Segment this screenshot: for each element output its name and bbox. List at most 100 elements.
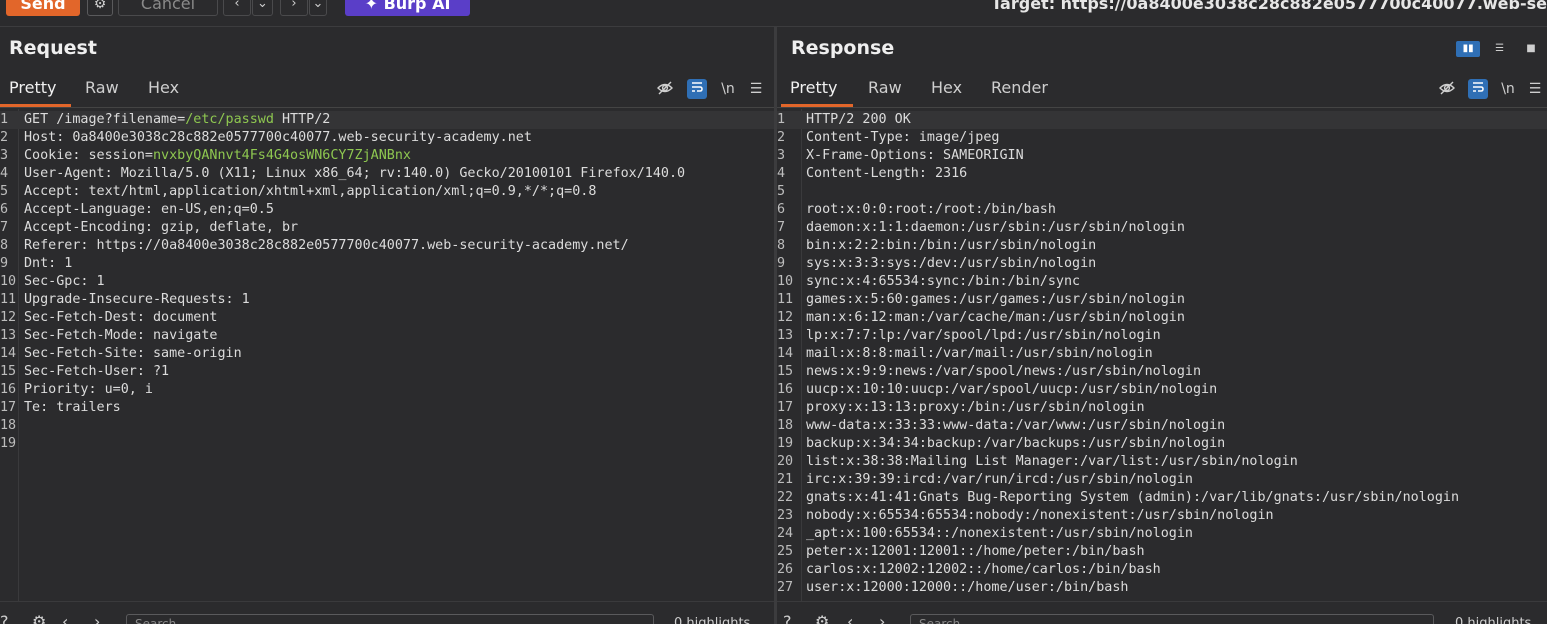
search-input[interactable]: Search: [910, 614, 1434, 624]
line-number: 3: [0, 148, 9, 163]
line-text: www-data:x:33:33:www-data:/var/www:/usr/…: [806, 418, 1226, 433]
layout-horizontal-icon[interactable]: ☰: [1488, 41, 1512, 57]
tab-pretty[interactable]: Pretty: [781, 71, 853, 107]
line-number: 2: [777, 130, 786, 145]
line-text: Cookie: session=nvxbyQANnvt4Fs4G4osWN6CY…: [24, 148, 411, 163]
line-number: 10: [0, 274, 17, 289]
code-line: 17 Te: trailers: [0, 399, 774, 417]
line-number: 9: [777, 256, 786, 271]
line-text: Content-Length: 2316: [806, 166, 968, 181]
chevron-right-icon[interactable]: ›: [879, 612, 885, 624]
burp-ai-button[interactable]: ✦ Burp AI: [345, 0, 470, 16]
tab-raw[interactable]: Raw: [76, 71, 128, 107]
chevron-left-icon[interactable]: ‹: [847, 612, 853, 624]
line-text: user:x:12000:12000::/home/user:/bin/bash: [806, 580, 1129, 595]
send-button[interactable]: Send: [6, 0, 80, 16]
line-text: Upgrade-Insecure-Requests: 1: [24, 292, 250, 307]
line-number: 6: [777, 202, 786, 217]
line-text: _apt:x:100:65534::/nonexistent:/usr/sbin…: [806, 526, 1193, 541]
layout-single-icon[interactable]: ■: [1519, 41, 1543, 57]
code-line: 12 man:x:6:12:man:/var/cache/man:/usr/sbi…: [777, 309, 1547, 327]
response-search-bar: ? ⚙ ‹ › Search 0 highlights: [777, 601, 1547, 624]
code-line: 16 Priority: u=0, i: [0, 381, 774, 399]
line-text: games:x:5:60:games:/usr/games:/usr/sbin/…: [806, 292, 1185, 307]
settings-icon[interactable]: ⚙: [815, 612, 829, 624]
line-number: 22: [777, 490, 794, 505]
line-text: Sec-Fetch-User: ?1: [24, 364, 170, 379]
response-title: Response: [791, 37, 895, 59]
code-line: 4 Content-Length: 2316: [777, 165, 1547, 183]
chevron-right-icon[interactable]: ›: [94, 612, 100, 624]
line-text: Dnt: 1: [24, 256, 73, 271]
tab-pretty[interactable]: Pretty: [0, 71, 71, 107]
chevron-right-icon[interactable]: ›: [280, 0, 308, 16]
tab-render[interactable]: Render: [982, 71, 1057, 107]
line-number: 19: [777, 436, 794, 451]
code-line: 12 Sec-Fetch-Dest: document: [0, 309, 774, 327]
line-number: 11: [0, 292, 17, 307]
line-number: 4: [777, 166, 786, 181]
line-number: 1: [777, 112, 786, 127]
gear-icon[interactable]: ⚙: [87, 0, 113, 16]
response-editor[interactable]: 1 HTTP/2 200 OK 2 Content-Type: image/jpeg 3…: [777, 109, 1547, 602]
highlights-count: 0 highlights: [1455, 616, 1532, 624]
help-icon[interactable]: ?: [783, 612, 792, 624]
eye-off-icon[interactable]: [655, 79, 675, 99]
line-text: sys:x:3:3:sys:/dev:/usr/sbin/nologin: [806, 256, 1097, 271]
line-number: 8: [777, 238, 786, 253]
chevron-left-icon[interactable]: ‹: [223, 0, 251, 16]
chevron-left-icon[interactable]: ‹: [62, 612, 68, 624]
line-number: 25: [777, 544, 794, 559]
hamburger-menu-icon[interactable]: ☰: [1525, 79, 1545, 99]
code-line: 8 Referer: https://0a8400e3038c28c882e057…: [0, 237, 774, 255]
tab-raw[interactable]: Raw: [859, 71, 911, 107]
tab-hex[interactable]: Hex: [922, 71, 971, 107]
code-line: 17 proxy:x:13:13:proxy:/bin:/usr/sbin/nol…: [777, 399, 1547, 417]
code-line: 6 Accept-Language: en-US,en;q=0.5: [0, 201, 774, 219]
line-text: X-Frame-Options: SAMEORIGIN: [806, 148, 1024, 163]
code-line: 27 user:x:12000:12000::/home/user:/bin/ba…: [777, 579, 1547, 597]
sparkle-icon: ✦: [364, 0, 378, 13]
newline-toggle[interactable]: \n: [1498, 79, 1518, 99]
layout-toggle: ▮▮ ☰ ■: [1453, 39, 1543, 57]
line-text: news:x:9:9:news:/var/spool/news:/usr/sbi…: [806, 364, 1202, 379]
line-number: 12: [777, 310, 794, 325]
highlights-count: 0 highlights: [674, 616, 751, 624]
line-number: 17: [777, 400, 794, 415]
tab-hex[interactable]: Hex: [139, 71, 188, 107]
line-text: bin:x:2:2:bin:/bin:/usr/sbin/nologin: [806, 238, 1097, 253]
line-number: 5: [0, 184, 9, 199]
response-code: 1 HTTP/2 200 OK 2 Content-Type: image/jpeg 3…: [777, 111, 1547, 597]
line-number: 14: [0, 346, 17, 361]
line-number: 3: [777, 148, 786, 163]
line-text: Sec-Fetch-Site: same-origin: [24, 346, 242, 361]
chevron-down-icon[interactable]: ⌄: [309, 0, 327, 16]
chevron-down-icon[interactable]: ⌄: [252, 0, 273, 16]
response-pane: Response ▮▮ ☰ ■ Pretty Raw Hex Render \n…: [777, 27, 1547, 624]
settings-icon[interactable]: ⚙: [32, 612, 46, 624]
line-text: HTTP/2 200 OK: [806, 112, 911, 127]
help-icon[interactable]: ?: [0, 612, 9, 624]
line-number: 23: [777, 508, 794, 523]
code-line: 2 Host: 0a8400e3038c28c882e0577700c40077.…: [0, 129, 774, 147]
newline-toggle[interactable]: \n: [718, 79, 738, 99]
cancel-button[interactable]: Cancel: [118, 0, 218, 16]
line-text: mail:x:8:8:mail:/var/mail:/usr/sbin/nolo…: [806, 346, 1153, 361]
request-tabs: Pretty Raw Hex \n ☰: [0, 71, 774, 108]
wrap-icon[interactable]: [687, 79, 707, 99]
line-text: daemon:x:1:1:daemon:/usr/sbin:/usr/sbin/…: [806, 220, 1185, 235]
request-editor[interactable]: 1 GET /image?filename=/etc/passwd HTTP/2 2…: [0, 109, 774, 602]
hamburger-menu-icon[interactable]: ☰: [746, 79, 766, 99]
code-line: 3 X-Frame-Options: SAMEORIGIN: [777, 147, 1547, 165]
line-text: Te: trailers: [24, 400, 121, 415]
code-line: 9 sys:x:3:3:sys:/dev:/usr/sbin/nologin: [777, 255, 1547, 273]
line-text: nobody:x:65534:65534:nobody:/nonexistent…: [806, 508, 1274, 523]
search-input[interactable]: Search: [126, 614, 654, 624]
wrap-icon[interactable]: [1468, 79, 1488, 99]
request-title: Request: [9, 37, 97, 59]
eye-off-icon[interactable]: [1437, 79, 1457, 99]
code-line: 10 Sec-Gpc: 1: [0, 273, 774, 291]
line-text: lp:x:7:7:lp:/var/spool/lpd:/usr/sbin/nol…: [806, 328, 1161, 343]
line-text: man:x:6:12:man:/var/cache/man:/usr/sbin/…: [806, 310, 1185, 325]
layout-split-icon[interactable]: ▮▮: [1456, 41, 1481, 57]
